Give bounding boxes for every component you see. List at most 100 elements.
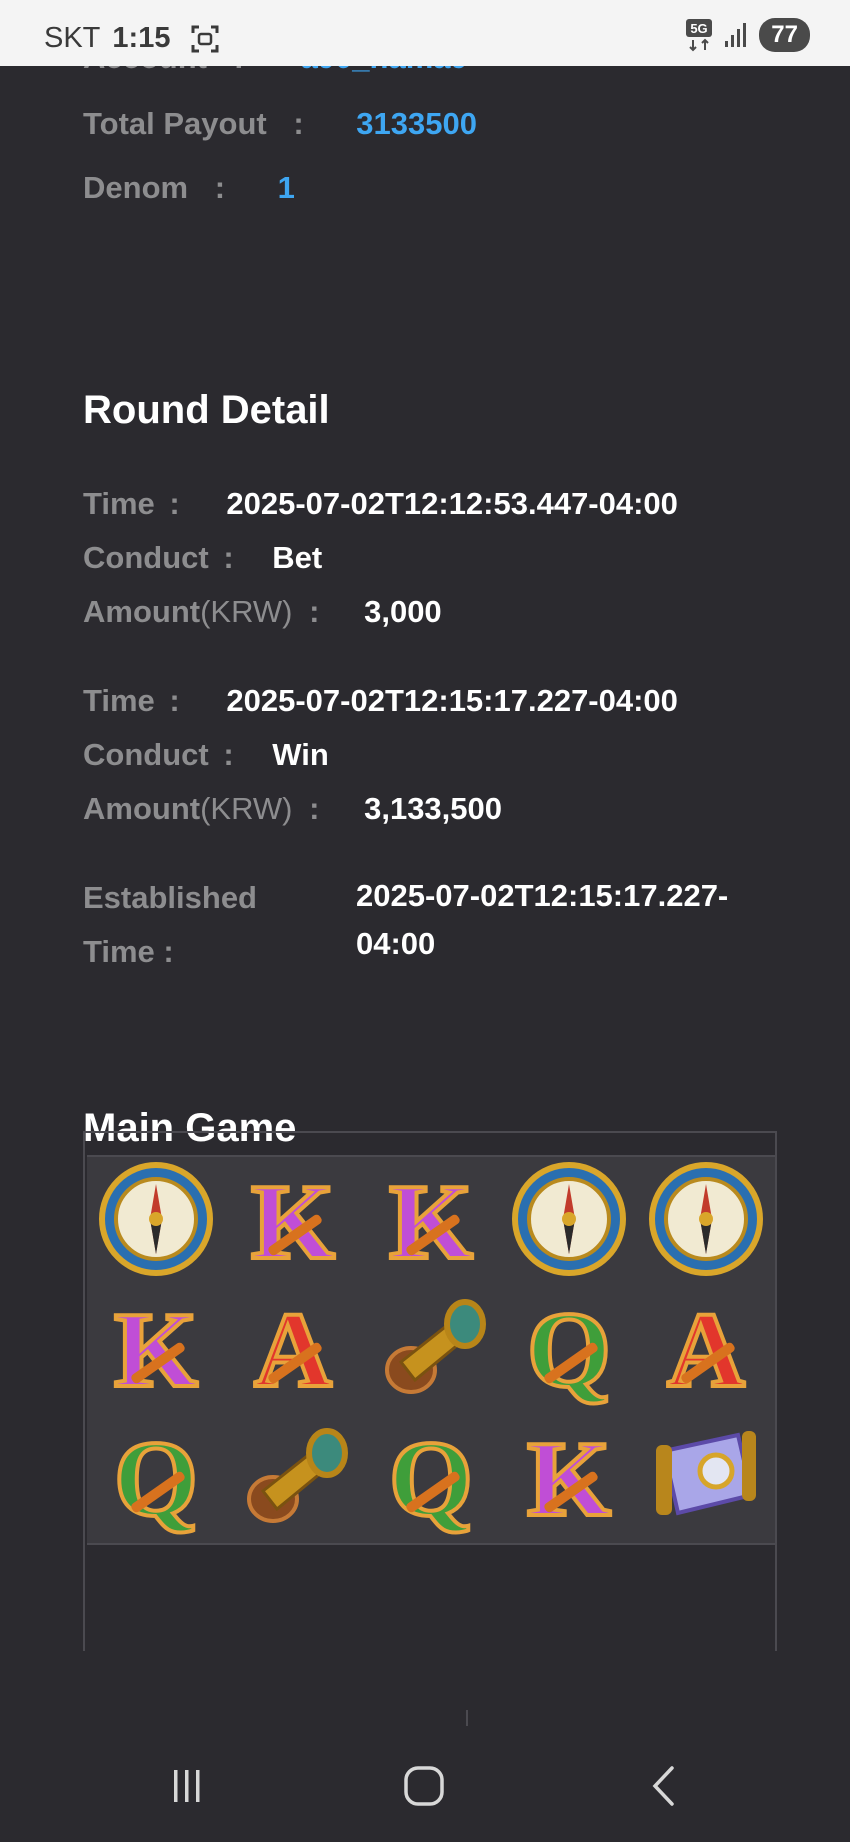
round-detail-heading: Round Detail [83, 388, 330, 432]
svg-text:Q: Q [389, 1420, 473, 1535]
entry-2-time: 2025-07-02T12:15:17.227-04:00 [226, 683, 678, 718]
account-row: Account : a90_nama9 [83, 66, 468, 76]
spyglass-icon [371, 1292, 491, 1407]
clock: 1:15 [112, 22, 171, 54]
conduct-label: Conduct [83, 540, 209, 575]
battery-indicator: 77 [759, 18, 810, 52]
established-value-line-2: 04:00 [356, 926, 435, 962]
reel-cell: K [87, 1286, 225, 1415]
a-symbol: A [234, 1288, 352, 1412]
status-bar: SKT 1:15 5G 77 [0, 0, 850, 66]
network-5g-icon: 5G [686, 19, 713, 52]
reel-cell [637, 1414, 775, 1543]
account-label: Account [83, 66, 207, 75]
entry-1-conduct-row: Conduct : Bet [83, 540, 322, 576]
signal-icon [725, 23, 747, 47]
established-value-cont: 04:00 [356, 926, 436, 961]
svg-text:K: K [527, 1420, 611, 1535]
reel-cell [637, 1157, 775, 1286]
q-symbol: Q [372, 1417, 490, 1541]
svg-text:5G: 5G [691, 21, 708, 36]
separator: : [223, 540, 234, 575]
svg-text:K: K [251, 1163, 335, 1278]
compass-icon [97, 1160, 215, 1283]
back-button[interactable] [633, 1756, 693, 1816]
reel-cell: A [637, 1286, 775, 1415]
k-symbol: K [97, 1288, 215, 1412]
established-time-label: Time : [83, 934, 174, 969]
reel-cell [362, 1286, 500, 1415]
entry-2-conduct-row: Conduct : Win [83, 737, 329, 773]
entry-1-time: 2025-07-02T12:12:53.447-04:00 [226, 486, 678, 521]
reel-cell [87, 1157, 225, 1286]
k-symbol: K [372, 1160, 490, 1284]
denom-value: 1 [277, 170, 295, 205]
reel-cell: K [225, 1157, 363, 1286]
carrier-label: SKT [44, 22, 101, 54]
home-icon [404, 1766, 444, 1806]
denom-row: Denom : 1 [83, 170, 295, 206]
compass-icon [647, 1160, 765, 1283]
k-symbol: K [510, 1417, 628, 1541]
separator: : [234, 66, 244, 75]
reel-frame: K K K A Q A Q Q K [83, 1131, 777, 1651]
entry-1-amount: 3,000 [364, 594, 442, 629]
amount-unit: (KRW) [200, 791, 293, 826]
reel-cell: A [225, 1286, 363, 1415]
svg-text:K: K [389, 1163, 473, 1278]
entry-2-conduct: Win [272, 737, 329, 772]
separator: : [169, 683, 180, 718]
separator: : [293, 106, 304, 141]
back-icon [652, 1766, 674, 1806]
separator: : [169, 486, 180, 521]
denom-label: Denom [83, 170, 189, 205]
entry-1-amount-row: Amount(KRW) : 3,000 [83, 594, 442, 630]
k-symbol: K [234, 1160, 352, 1284]
reel-cell: K [362, 1157, 500, 1286]
recent-apps-icon [174, 1770, 200, 1802]
entry-1-conduct: Bet [272, 540, 323, 575]
amount-label: Amount [83, 594, 201, 629]
separator: : [309, 594, 320, 629]
time-label: Time [83, 486, 155, 521]
navigation-bar [0, 1726, 850, 1842]
reel-cell: Q [362, 1414, 500, 1543]
entry-2-amount: 3,133,500 [364, 791, 503, 826]
recent-apps-button[interactable] [157, 1756, 217, 1816]
separator: : [223, 737, 234, 772]
spyglass-icon [233, 1421, 353, 1536]
reel-cell: Q [500, 1286, 638, 1415]
established-label-line-2: Time : [83, 934, 174, 970]
home-button[interactable] [394, 1756, 454, 1816]
entry-2-time-row: Time : 2025-07-02T12:15:17.227-04:00 [83, 683, 678, 719]
conduct-label: Conduct [83, 737, 209, 772]
total-payout-value: 3133500 [356, 106, 477, 141]
reel-cell: Q [87, 1414, 225, 1543]
established-label-line-1: Established [83, 880, 257, 916]
reel-cell: K [500, 1414, 638, 1543]
q-symbol: Q [510, 1288, 628, 1412]
q-symbol: Q [97, 1417, 215, 1541]
reel-cell [500, 1157, 638, 1286]
established-label: Established [83, 880, 257, 915]
reel-cell [225, 1414, 363, 1543]
compass-icon [510, 1160, 628, 1283]
total-payout-label: Total Payout [83, 106, 267, 141]
svg-text:Q: Q [114, 1420, 198, 1535]
svg-text:K: K [114, 1291, 198, 1406]
established-value-line-1: 2025-07-02T12:15:17.227- [356, 878, 728, 914]
time-label: Time [83, 683, 155, 718]
separator: : [214, 170, 226, 205]
amount-label: Amount [83, 791, 201, 826]
svg-text:Q: Q [527, 1291, 611, 1406]
entry-2-amount-row: Amount(KRW) : 3,133,500 [83, 791, 502, 827]
screenshot-icon [191, 25, 219, 52]
total-payout-row: Total Payout : 3133500 [83, 106, 477, 142]
reel-grid: K K K A Q A Q Q K [87, 1155, 775, 1545]
account-value: a90_nama9 [301, 66, 468, 75]
amount-unit: (KRW) [200, 594, 293, 629]
a-symbol: A [647, 1288, 765, 1412]
entry-1-time-row: Time : 2025-07-02T12:12:53.447-04:00 [83, 486, 678, 522]
established-value: 2025-07-02T12:15:17.227- [356, 878, 729, 913]
map-scroll-icon [646, 1421, 766, 1536]
